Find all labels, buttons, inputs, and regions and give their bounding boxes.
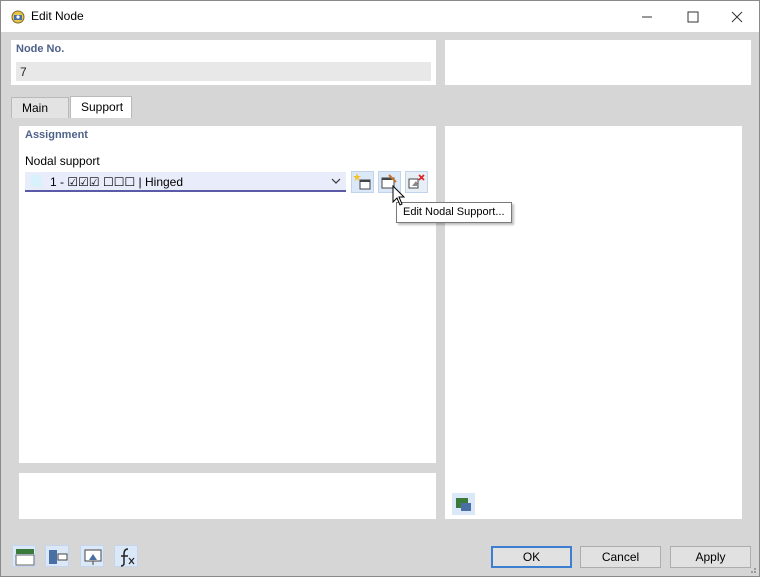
view-button[interactable] <box>80 545 104 567</box>
apply-button[interactable]: Apply <box>670 546 751 568</box>
resize-grip-icon[interactable] <box>747 564 757 574</box>
close-button[interactable] <box>714 1 760 32</box>
nodal-support-select[interactable]: 1 - ☑☑☑ ☐☐☐ | Hinged <box>25 172 346 192</box>
function-button[interactable] <box>114 545 138 567</box>
units-icon <box>15 549 35 566</box>
window-title: Edit Node <box>31 9 84 23</box>
close-icon <box>731 11 743 22</box>
support-color-swatch <box>31 175 42 187</box>
assignment-panel: Assignment Nodal support 1 - ☑☑☑ ☐☐☐ | H… <box>19 126 436 463</box>
minimize-button[interactable] <box>624 1 670 32</box>
tooltip: Edit Nodal Support... <box>396 202 512 223</box>
assignment-title: Assignment <box>25 129 88 141</box>
delete-nodal-support-icon <box>408 174 425 189</box>
function-icon <box>120 548 135 567</box>
units-button[interactable] <box>12 545 36 567</box>
maximize-button[interactable] <box>670 1 716 32</box>
ok-button[interactable]: OK <box>491 546 572 568</box>
chevron-down-icon[interactable] <box>330 175 342 187</box>
cancel-button[interactable]: Cancel <box>580 546 661 568</box>
new-nodal-support-button[interactable] <box>351 171 374 193</box>
node-number-panel: Node No. <box>11 40 436 85</box>
nodal-support-value: 1 - ☑☑☑ ☐☐☐ | Hinged <box>50 175 184 189</box>
tab-support[interactable]: Support <box>70 96 132 118</box>
maximize-icon <box>687 11 699 22</box>
node-number-field[interactable] <box>16 62 431 81</box>
delete-nodal-support-button[interactable] <box>405 171 428 193</box>
node-number-label: Node No. <box>16 43 65 55</box>
coordinate-icon <box>49 550 68 564</box>
preview-settings-button[interactable] <box>452 493 475 515</box>
edit-node-dialog: Edit Node Node No. Main Support Assignme… <box>0 0 760 577</box>
coordinate-button[interactable] <box>45 545 69 567</box>
mouse-cursor-icon <box>392 185 406 206</box>
new-nodal-support-icon <box>353 173 371 190</box>
nodal-support-label: Nodal support <box>25 154 100 168</box>
view-icon <box>84 549 102 565</box>
title-bar[interactable]: Edit Node <box>1 1 759 32</box>
comment-panel <box>19 473 436 519</box>
app-icon <box>11 10 25 24</box>
preview-settings-icon <box>456 498 471 511</box>
info-panel <box>445 40 751 85</box>
minimize-icon <box>642 16 652 17</box>
tab-main[interactable]: Main <box>11 97 69 118</box>
preview-panel <box>445 126 742 519</box>
